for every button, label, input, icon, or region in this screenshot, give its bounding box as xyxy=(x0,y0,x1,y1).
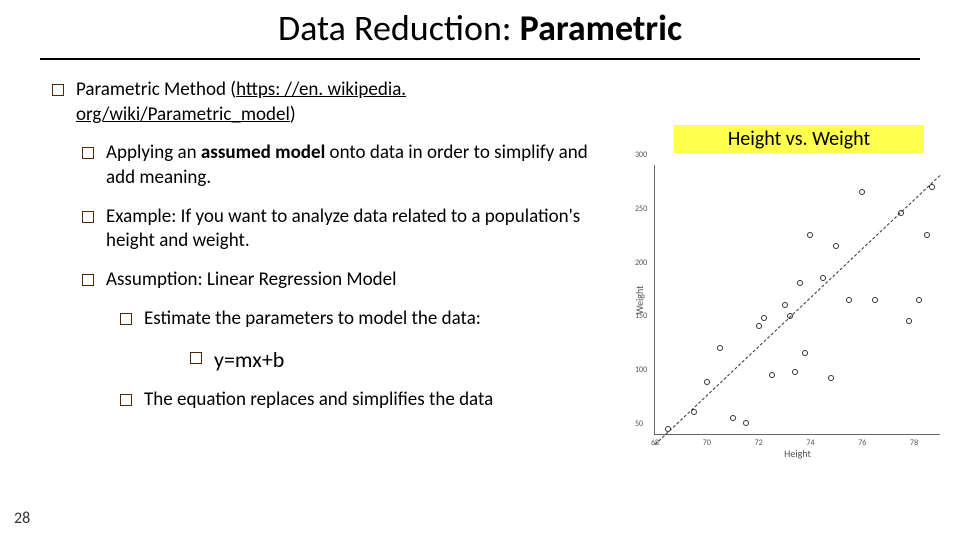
square-bullet-icon xyxy=(118,311,134,327)
x-tick: 78 xyxy=(910,438,918,448)
y-axis-label: Weight xyxy=(633,285,646,314)
bullet-estimate: Estimate the parameters to model the dat… xyxy=(118,307,610,332)
x-axis-label: Height xyxy=(784,447,811,460)
square-bullet-icon xyxy=(80,272,96,288)
regression-line xyxy=(655,175,941,445)
data-point xyxy=(769,372,775,378)
content-area: Parametric Method (https: //en. wikipedi… xyxy=(50,78,610,427)
bullet-replaces: The equation replaces and simplifies the… xyxy=(118,388,610,413)
bullet-assumption: Assumption: Linear Regression Model xyxy=(80,268,610,293)
y-tick: 200 xyxy=(635,258,647,268)
data-point xyxy=(743,420,749,426)
data-point xyxy=(782,302,788,308)
y-tick: 300 xyxy=(635,150,647,160)
title-bold: Parametric xyxy=(520,6,682,50)
square-bullet-icon xyxy=(188,350,204,366)
bullet-text: Applying an assumed model onto data in o… xyxy=(106,141,610,190)
x-tick: 74 xyxy=(806,438,814,448)
bullet-text: Estimate the parameters to model the dat… xyxy=(144,307,610,332)
y-tick: 50 xyxy=(635,419,643,429)
y-tick: 100 xyxy=(635,365,647,375)
square-bullet-icon xyxy=(50,82,66,98)
data-point xyxy=(820,275,826,281)
data-point xyxy=(704,379,710,385)
y-tick: 250 xyxy=(635,204,647,214)
title-text: Data Reduction: xyxy=(278,6,520,50)
chart-container: Height vs. Weight Weight Height 68707274… xyxy=(644,125,934,435)
data-point xyxy=(872,297,878,303)
data-point xyxy=(833,243,839,249)
title-rule xyxy=(40,58,920,60)
data-point xyxy=(797,280,803,286)
data-point xyxy=(924,232,930,238)
scatter-chart: Weight Height 68707274767850100150200250… xyxy=(654,165,940,435)
data-point xyxy=(792,369,798,375)
slide-title: Data Reduction: Parametric xyxy=(0,6,960,50)
x-tick: 72 xyxy=(755,438,763,448)
page-number: 28 xyxy=(14,509,30,528)
bullet-equation: y=mx+b xyxy=(188,346,610,375)
chart-title: Height vs. Weight xyxy=(674,125,924,153)
square-bullet-icon xyxy=(80,145,96,161)
bullet-parametric-method: Parametric Method (https: //en. wikipedi… xyxy=(50,78,610,127)
data-point xyxy=(730,415,736,421)
data-point xyxy=(859,189,865,195)
data-point xyxy=(802,350,808,356)
bullet-text: Parametric Method (https: //en. wikipedi… xyxy=(76,78,610,127)
data-point xyxy=(756,323,762,329)
bullet-applying-model: Applying an assumed model onto data in o… xyxy=(80,141,610,190)
bullet-example: Example: If you want to analyze data rel… xyxy=(80,205,610,254)
bullet-text: The equation replaces and simplifies the… xyxy=(144,388,610,413)
data-point xyxy=(828,375,834,381)
data-point xyxy=(916,297,922,303)
square-bullet-icon xyxy=(80,209,96,225)
data-point xyxy=(846,297,852,303)
data-point xyxy=(906,318,912,324)
x-tick: 76 xyxy=(858,438,866,448)
square-bullet-icon xyxy=(118,392,134,408)
data-point xyxy=(717,345,723,351)
data-point xyxy=(807,232,813,238)
data-point xyxy=(761,315,767,321)
bullet-text: Example: If you want to analyze data rel… xyxy=(106,205,610,254)
y-tick: 150 xyxy=(635,311,647,321)
bullet-text: Assumption: Linear Regression Model xyxy=(106,268,610,293)
x-tick: 70 xyxy=(703,438,711,448)
bullet-text: y=mx+b xyxy=(214,346,610,375)
